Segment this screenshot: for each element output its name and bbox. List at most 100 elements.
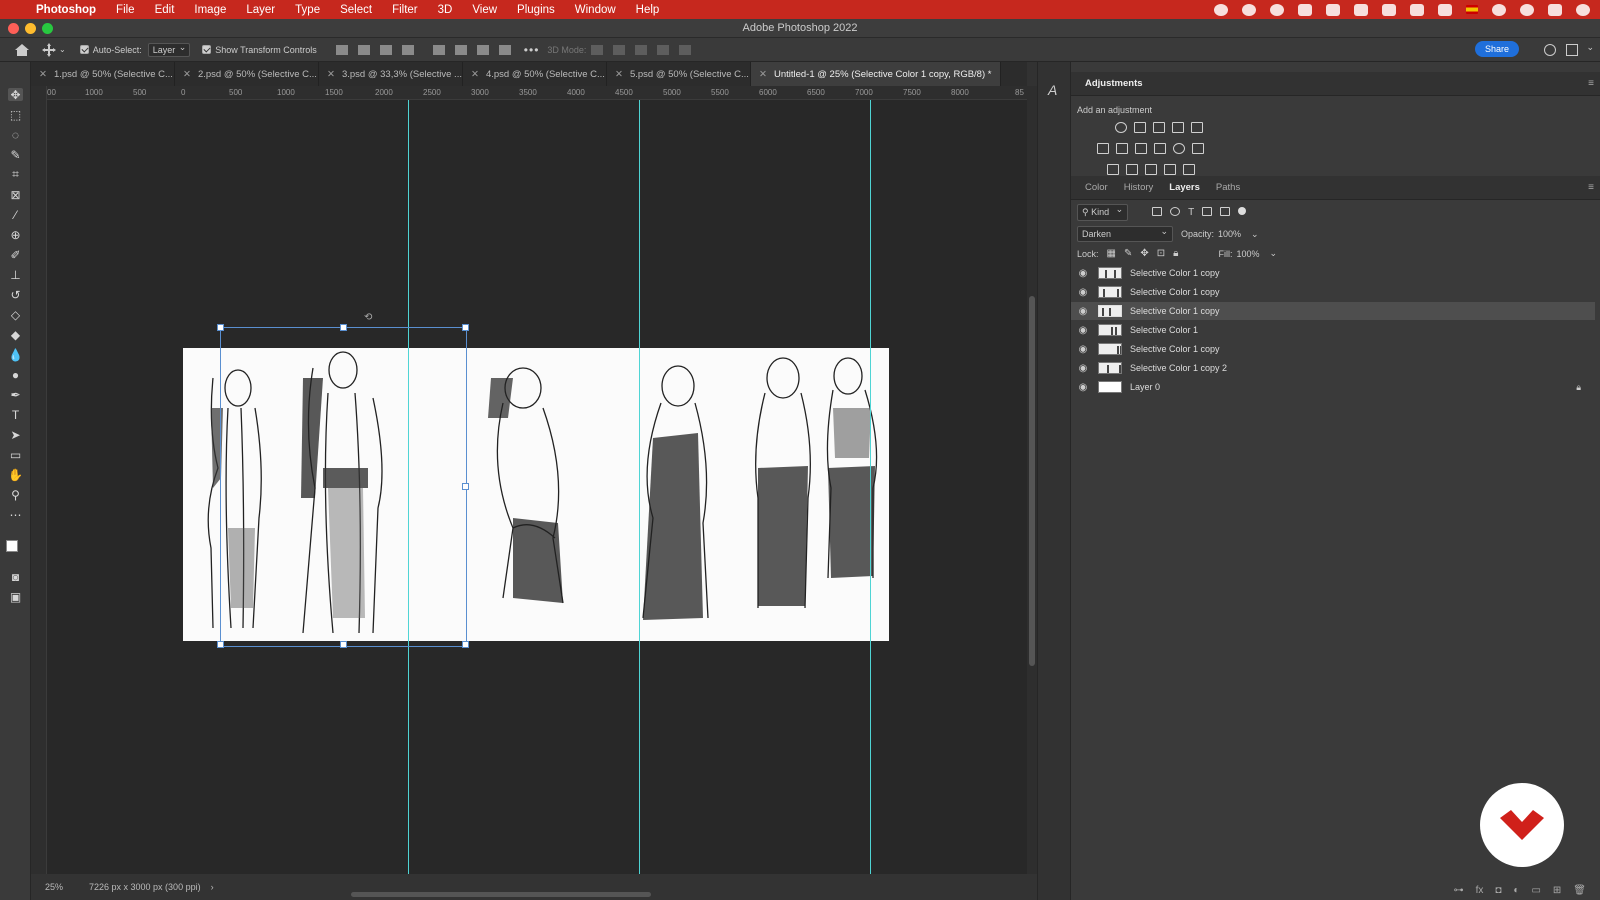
3d-orbit-icon[interactable] <box>591 44 604 55</box>
user-icon[interactable] <box>1492 3 1506 16</box>
transform-handle[interactable] <box>217 641 224 648</box>
selective-color-icon[interactable] <box>1164 164 1176 175</box>
panel-menu-icon[interactable]: ≡ <box>1588 78 1594 89</box>
workspace-icon[interactable] <box>1566 44 1578 56</box>
guide-line[interactable] <box>639 100 640 874</box>
menu-type[interactable]: Type <box>295 4 320 16</box>
more-options-icon[interactable]: ••• <box>524 43 540 57</box>
canvas-area[interactable]: ⟲ <box>47 100 1027 874</box>
tab-layers[interactable]: Layers <box>1161 182 1208 193</box>
filter-adjustment-icon[interactable] <box>1170 207 1181 216</box>
transform-handle[interactable] <box>340 324 347 331</box>
menu-help[interactable]: Help <box>636 4 660 16</box>
guide-line[interactable] <box>870 100 871 874</box>
sync-icon[interactable] <box>1242 3 1256 16</box>
add-mask-icon[interactable]: ◘ <box>1495 885 1501 896</box>
menu-layer[interactable]: Layer <box>246 4 275 16</box>
align-left-icon[interactable] <box>335 44 348 55</box>
close-icon[interactable]: ✕ <box>327 69 335 80</box>
fx-icon[interactable]: fx <box>1476 885 1484 896</box>
lock-all-icon[interactable]: 🔒︎ <box>1173 248 1178 259</box>
align-center-icon[interactable] <box>357 44 370 55</box>
show-transform-checkbox[interactable] <box>202 45 212 54</box>
filter-toggle-icon[interactable] <box>1238 207 1247 215</box>
more-tools-icon[interactable]: ⋯ <box>8 508 23 522</box>
black-white-icon[interactable] <box>1135 143 1147 154</box>
opacity-value[interactable]: 100% <box>1218 229 1241 239</box>
hand-tool-icon[interactable]: ✋ <box>8 468 23 482</box>
app-icon[interactable] <box>1354 3 1368 16</box>
foreground-color-swatch[interactable] <box>6 540 18 552</box>
layer-row[interactable]: ◉ Selective Color 1 copy <box>1071 340 1595 358</box>
layer-filter-dropdown[interactable]: ⚲ Kind <box>1077 204 1129 221</box>
quick-mask-icon[interactable]: ◙ <box>8 570 23 584</box>
menu-window[interactable]: Window <box>575 4 616 16</box>
lasso-tool-icon[interactable]: ◌ <box>8 128 23 142</box>
menu-select[interactable]: Select <box>340 4 372 16</box>
dodge-tool-icon[interactable]: ● <box>8 368 23 382</box>
menu-app-name[interactable]: Photoshop <box>36 4 96 16</box>
new-group-icon[interactable]: ▭ <box>1531 885 1540 896</box>
path-select-tool-icon[interactable]: ➤ <box>8 428 23 442</box>
tab-color[interactable]: Color <box>1077 182 1116 193</box>
chevron-down-icon[interactable]: ⌄ <box>1270 248 1278 259</box>
brush-tool-icon[interactable]: ✐ <box>8 248 23 262</box>
curves-icon[interactable] <box>1153 122 1165 133</box>
close-icon[interactable]: ✕ <box>183 69 191 80</box>
minimize-window-button[interactable] <box>25 23 36 34</box>
threshold-icon[interactable] <box>1145 164 1157 175</box>
tab-document-5[interactable]: ✕ 5.psd @ 50% (Selective C... <box>607 62 751 86</box>
frame-tool-icon[interactable]: ⊠ <box>8 188 23 202</box>
filter-type-icon[interactable]: T <box>1188 207 1194 218</box>
tab-adjustments[interactable]: Adjustments <box>1077 78 1151 89</box>
tab-document-4[interactable]: ✕ 4.psd @ 50% (Selective C... <box>463 62 607 86</box>
apple-icon[interactable] <box>14 3 28 17</box>
marquee-tool-icon[interactable]: ⬚ <box>8 108 23 122</box>
vibrance-icon[interactable] <box>1191 122 1203 133</box>
menu-3d[interactable]: 3D <box>438 4 453 16</box>
distribute-icon[interactable] <box>401 44 414 55</box>
paint-bucket-tool-icon[interactable]: ◆ <box>8 328 23 342</box>
brightness-icon[interactable] <box>1115 122 1127 133</box>
transform-handle[interactable] <box>462 483 469 490</box>
zoom-level[interactable]: 25% <box>45 882 89 892</box>
photo-filter-icon[interactable] <box>1154 143 1166 154</box>
layer-row[interactable]: ◉ Selective Color 1 copy <box>1071 264 1595 282</box>
blur-tool-icon[interactable]: 💧 <box>8 348 23 362</box>
delete-layer-icon[interactable]: 🗑︎ <box>1573 885 1586 896</box>
character-panel-icon[interactable]: A <box>1048 82 1057 98</box>
posterize-icon[interactable] <box>1126 164 1138 175</box>
align-middle-icon[interactable] <box>454 44 467 55</box>
lock-transparency-icon[interactable]: ▦ <box>1107 248 1116 259</box>
search-icon[interactable] <box>1520 3 1534 16</box>
align-top-icon[interactable] <box>432 44 445 55</box>
search-icon[interactable] <box>1544 44 1556 56</box>
filter-shape-icon[interactable] <box>1202 207 1213 216</box>
levels-icon[interactable] <box>1134 122 1146 133</box>
auto-select-dropdown[interactable]: Layer <box>147 42 191 57</box>
menu-filter[interactable]: Filter <box>392 4 418 16</box>
language-flag-icon[interactable] <box>1466 5 1478 14</box>
healing-brush-tool-icon[interactable]: ⊕ <box>8 228 23 242</box>
panel-menu-icon[interactable]: ≡ <box>1588 182 1594 193</box>
document-info[interactable]: 7226 px x 3000 px (300 ppi) <box>89 882 201 892</box>
tab-document-3[interactable]: ✕ 3.psd @ 33,3% (Selective ... <box>319 62 463 86</box>
eraser-tool-icon[interactable]: ◇ <box>8 308 23 322</box>
visibility-eye-icon[interactable]: ◉ <box>1076 268 1090 279</box>
transform-bounding-box[interactable]: ⟲ <box>217 312 469 648</box>
fill-value[interactable]: 100% <box>1236 249 1259 259</box>
screen-icon[interactable] <box>1298 3 1312 16</box>
hue-saturation-icon[interactable] <box>1097 143 1109 154</box>
lock-pixels-icon[interactable]: ✎ <box>1124 248 1132 259</box>
wifi-icon[interactable] <box>1438 3 1452 16</box>
layer-row[interactable]: ◉ Selective Color 1 <box>1071 321 1595 339</box>
vertical-scrollbar[interactable] <box>1027 86 1037 874</box>
visibility-eye-icon[interactable]: ◉ <box>1076 306 1090 317</box>
lock-artboard-icon[interactable]: ⊡ <box>1157 248 1165 259</box>
creative-cloud-icon[interactable] <box>1214 3 1228 16</box>
new-layer-icon[interactable]: ⊞ <box>1553 885 1561 896</box>
stamp-tool-icon[interactable]: ⊥ <box>8 268 23 282</box>
adjustment-layer-icon[interactable]: ◐ <box>1513 885 1519 896</box>
layer-row[interactable]: ◉ Selective Color 1 copy <box>1071 283 1595 301</box>
rectangle-tool-icon[interactable]: ▭ <box>8 448 23 462</box>
